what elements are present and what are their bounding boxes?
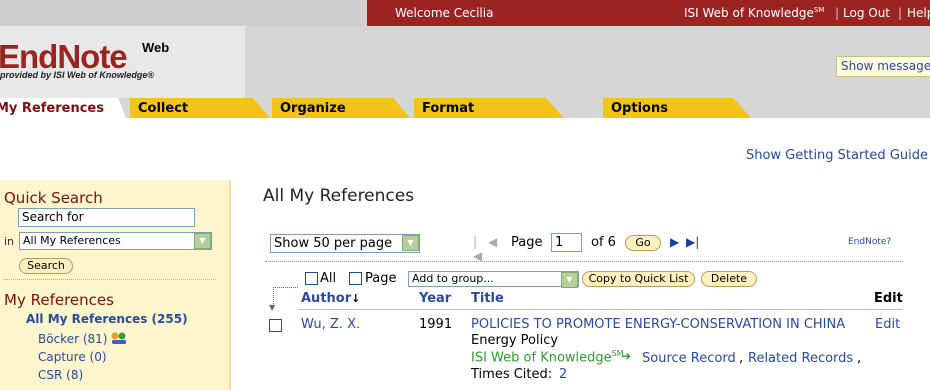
- isi-link-label[interactable]: ISI Web of Knowledge: [684, 6, 814, 20]
- header-divider: [298, 309, 903, 310]
- sidebar: Quick Search Search for in All My Refere…: [0, 180, 231, 390]
- group-csr[interactable]: CSR (8): [38, 368, 83, 382]
- select-page-checkbox[interactable]: [349, 272, 362, 285]
- search-scope-select[interactable]: All My References ▼: [19, 232, 212, 250]
- in-label: in: [4, 235, 15, 248]
- previous-page-icon[interactable]: ◀: [488, 235, 497, 249]
- show-message-button[interactable]: Show message: [836, 56, 930, 77]
- page-count-label: of 6: [591, 235, 616, 250]
- last-page-icon[interactable]: ▶|: [686, 235, 699, 249]
- comma: ,: [857, 351, 862, 366]
- reference-journal: Energy Policy: [471, 333, 559, 348]
- next-page-icon[interactable]: ▶: [670, 235, 679, 249]
- column-author[interactable]: Author↓: [301, 291, 360, 306]
- top-separator: |: [898, 6, 903, 20]
- shared-group-icon: [111, 332, 126, 344]
- group-bocker[interactable]: Böcker (81): [38, 332, 107, 346]
- sidebar-divider: [4, 279, 216, 280]
- reference-checkbox[interactable]: [269, 319, 282, 332]
- source-record-link[interactable]: Source Record: [642, 351, 736, 366]
- isi-web-of-knowledge-link[interactable]: ISI Web of KnowledgeSM: [684, 6, 824, 20]
- group-all-my-references[interactable]: All My References (255): [26, 312, 188, 326]
- tab-organize[interactable]: Organize: [272, 98, 410, 118]
- logo-subtitle: provided by ISI Web of Knowledge®: [0, 70, 154, 80]
- main-tabs: My References Collect Organize Format Op…: [0, 98, 930, 118]
- column-title[interactable]: Title: [471, 291, 504, 306]
- tab-my-references[interactable]: My References: [0, 98, 126, 118]
- chevron-down-icon[interactable]: ▼: [561, 272, 578, 288]
- isi-link-sup: SM: [813, 6, 825, 14]
- endnote-help-link[interactable]: EndNote?: [848, 237, 891, 247]
- logout-link[interactable]: Log Out: [843, 6, 890, 20]
- comma: ,: [739, 351, 744, 366]
- column-author-label[interactable]: Author: [301, 291, 351, 306]
- add-to-group-select[interactable]: Add to group... ▼: [408, 271, 579, 288]
- chevron-down-icon[interactable]: ▼: [194, 233, 211, 249]
- header-band: EndNote Web provided by ISI Web of Knowl…: [0, 26, 930, 98]
- reference-isi-label: ISI Web of KnowledgeSM: [471, 349, 624, 365]
- welcome-text: Welcome Cecilia: [395, 6, 494, 20]
- group-capture[interactable]: Capture (0): [38, 350, 107, 364]
- column-year[interactable]: Year: [419, 291, 451, 306]
- endnote-logo-web: Web: [142, 40, 170, 55]
- per-page-value: Show 50 per page: [274, 236, 393, 251]
- select-all-checkbox[interactable]: [305, 272, 318, 285]
- per-page-select[interactable]: Show 50 per page ▼: [270, 234, 420, 253]
- arrow-down-icon: ▼: [269, 303, 276, 312]
- selection-arrow-line: [273, 287, 298, 308]
- sort-arrow-icon: ↓: [351, 292, 361, 305]
- reference-edit-link[interactable]: Edit: [875, 317, 900, 332]
- chevron-down-icon[interactable]: ▼: [402, 235, 419, 251]
- first-page-icon[interactable]: |◀: [473, 235, 482, 263]
- search-button[interactable]: Search: [19, 258, 73, 274]
- times-cited-value[interactable]: 2: [559, 367, 567, 382]
- search-scope-value: All My References: [23, 234, 121, 247]
- add-to-group-value: Add to group...: [412, 272, 494, 285]
- top-bar: Welcome Cecilia ISI Web of KnowledgeSM |…: [0, 0, 930, 26]
- my-references-title: My References: [4, 291, 114, 309]
- go-button[interactable]: Go: [625, 235, 661, 251]
- reference-author[interactable]: Wu, Z. X.: [301, 317, 360, 332]
- reference-isi-text: ISI Web of Knowledge: [471, 350, 612, 366]
- reference-title[interactable]: POLICIES TO PROMOTE ENERGY-CONSERVATION …: [471, 317, 845, 332]
- quick-search-input[interactable]: Search for: [18, 208, 195, 227]
- copy-to-quick-list-button[interactable]: Copy to Quick List: [582, 271, 695, 287]
- tab-collect[interactable]: Collect: [130, 98, 270, 118]
- divider: [265, 261, 903, 262]
- column-edit: Edit: [874, 291, 903, 306]
- tab-format[interactable]: Format: [414, 98, 564, 118]
- page-label: Page: [511, 235, 543, 250]
- delete-button[interactable]: Delete: [701, 271, 757, 287]
- arrow-right-icon: ➔: [621, 349, 632, 363]
- select-all-label: All: [320, 271, 337, 286]
- tab-options[interactable]: Options: [603, 98, 751, 118]
- times-cited-label: Times Cited:: [471, 367, 553, 382]
- page-number-input[interactable]: 1: [551, 233, 582, 252]
- select-page-label: Page: [365, 271, 397, 286]
- page-title: All My References: [263, 186, 415, 206]
- top-separator: |: [835, 6, 840, 20]
- help-link[interactable]: Help: [907, 6, 930, 20]
- related-records-link[interactable]: Related Records: [748, 351, 853, 366]
- getting-started-link[interactable]: Show Getting Started Guide: [746, 148, 928, 163]
- reference-year: 1991: [419, 317, 453, 332]
- quick-search-title: Quick Search: [4, 189, 103, 207]
